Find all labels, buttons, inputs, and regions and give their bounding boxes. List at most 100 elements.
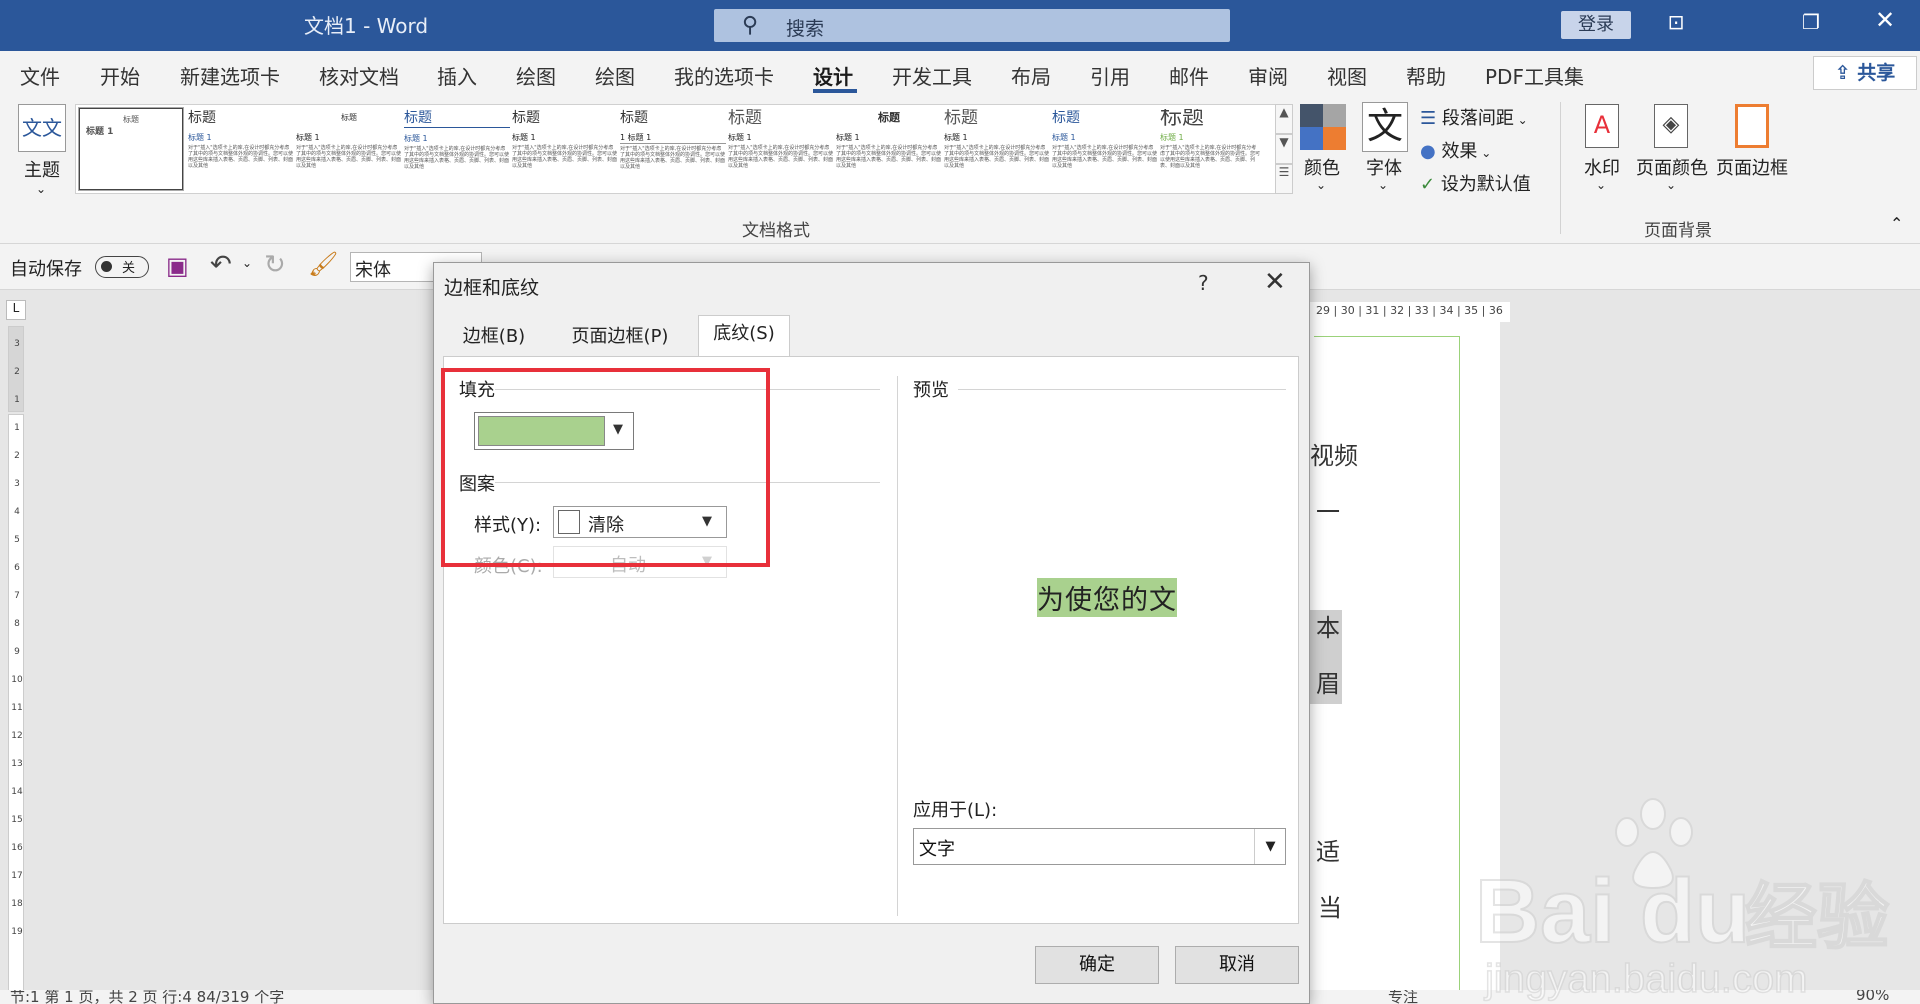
horizontal-ruler: 29 | 30 | 31 | 32 | 33 | 34 | 35 | 36 bbox=[1310, 302, 1510, 322]
save-icon[interactable]: ▣ bbox=[166, 252, 189, 280]
style-body: 对于"插入"选项卡上的库,在设计时都充分考虑了其中的项与文档整体外观的协调性。您… bbox=[944, 145, 1050, 169]
tab-page-border[interactable]: 页面边框(P) bbox=[546, 319, 694, 357]
gallery-scroll-down-icon[interactable]: ▼ bbox=[1275, 134, 1293, 164]
style-thumb-7[interactable]: 标题 标题 1 对于"插入"选项卡上的库,在设计时都充分考虑了其中的项与文档整体外观… bbox=[728, 109, 834, 193]
tab-home[interactable]: 开始 bbox=[100, 61, 140, 90]
theme-dropdown-icon[interactable]: ⌄ bbox=[36, 182, 46, 196]
style-heading: 标题 1 bbox=[188, 133, 212, 142]
tab-proofread[interactable]: 核对文档 bbox=[319, 61, 399, 90]
share-button[interactable]: ⇪ 共享 bbox=[1813, 56, 1917, 90]
style-thumb-8[interactable]: 标题 标题 1 对于"插入"选项卡上的库,在设计时都充分考虑了其中的项与文档整体外观… bbox=[836, 109, 942, 193]
style-body: 对于"插入"选项卡上的库,在设计时都充分考虑了其中的项与文档整体外观的协调性。您… bbox=[404, 146, 510, 170]
restore-icon[interactable]: ❐ bbox=[1791, 10, 1831, 34]
ribbon-tabs: 文件 开始 新建选项卡 核对文档 插入 绘图 绘图 我的选项卡 设计 开发工具 … bbox=[0, 51, 1920, 96]
active-tab-indicator bbox=[813, 89, 857, 93]
close-window-icon[interactable]: ✕ bbox=[1865, 6, 1905, 34]
style-body: 对于"插入"选项卡上的库,在设计时都充分考虑了其中的项与文档整体外观的协调性。您… bbox=[512, 145, 618, 169]
tab-help[interactable]: 帮助 bbox=[1406, 61, 1446, 90]
style-body: 对于"插入"选项卡上的库,在设计时都充分考虑了其中的项与文档整体外观的协调性。您… bbox=[728, 145, 834, 169]
style-gallery: 标题 标题 1 标题 标题 1 对于"插入"选项卡上的库,在设计时都充分考虑了其中的… bbox=[75, 104, 1290, 194]
focus-button[interactable]: 专注 bbox=[1388, 990, 1418, 1004]
apply-to-value: 文字 bbox=[919, 839, 955, 860]
style-thumb-3[interactable]: 标题 标题 1 对于"插入"选项卡上的库,在设计时都充分考虑了其中的项与文档整体外观… bbox=[296, 109, 402, 193]
cancel-button[interactable]: 取消 bbox=[1175, 946, 1299, 984]
colors-dropdown-icon[interactable]: ⌄ bbox=[1316, 178, 1326, 192]
column-divider bbox=[897, 376, 898, 916]
tab-mailings[interactable]: 邮件 bbox=[1169, 61, 1209, 90]
format-painter-icon[interactable]: 🖌 bbox=[308, 250, 338, 278]
tab-file[interactable]: 文件 bbox=[20, 61, 60, 90]
colors-button[interactable]: 颜色 bbox=[1304, 154, 1340, 180]
style-heading: 标题 1 bbox=[836, 133, 860, 142]
status-info: 节:1 第 1 页，共 2 页 行:4 84/319 个字 bbox=[10, 990, 285, 1004]
ruler-ticks: 3 2 1 1 2 3 4 5 6 7 8 9 10 11 12 13 14 15 16 17 18 19 bbox=[11, 339, 23, 937]
chevron-down-icon: ⌄ bbox=[1513, 113, 1528, 127]
style-thumb-11[interactable]: 标题 标题 1 对于"插入"选项卡上的库,在设计时都充分考虑了其中的项与文档整体外观… bbox=[1160, 109, 1260, 193]
watermark-button[interactable]: 水印 bbox=[1584, 154, 1620, 180]
style-title: 标题 bbox=[123, 115, 139, 124]
page-color-button[interactable]: 页面颜色 bbox=[1636, 154, 1708, 180]
tab-draw-2[interactable]: 绘图 bbox=[595, 61, 635, 90]
tab-references[interactable]: 引用 bbox=[1090, 61, 1130, 90]
style-body: 对于"插入"选项卡上的库,在设计时都充分考虑了其中的项与文档整体外观的协调性。您… bbox=[296, 145, 402, 169]
style-thumb-10[interactable]: 标题 标题 1 对于"插入"选项卡上的库,在设计时都充分考虑了其中的项与文档整体外观… bbox=[1052, 109, 1158, 193]
help-icon[interactable]: ? bbox=[1198, 271, 1209, 295]
style-thumb-1[interactable]: 标题 标题 1 bbox=[78, 107, 184, 191]
tab-borders[interactable]: 边框(B) bbox=[444, 319, 544, 357]
style-title: 标题 bbox=[1052, 110, 1080, 126]
search-placeholder: 搜索 bbox=[786, 18, 825, 40]
style-title: 标题 bbox=[728, 109, 762, 128]
autosave-toggle[interactable]: 关 bbox=[95, 256, 149, 278]
style-thumb-6[interactable]: 标题 1 标题 1 对于"插入"选项卡上的库,在设计时都充分考虑了其中的项与文档整体… bbox=[620, 109, 726, 193]
page-text-5: 适 bbox=[1316, 838, 1340, 866]
tab-draw[interactable]: 绘图 bbox=[516, 61, 556, 90]
gallery-more-icon[interactable]: ☰ bbox=[1275, 164, 1293, 194]
preview-label: 预览 bbox=[913, 380, 949, 401]
redo-icon[interactable]: ↻ bbox=[264, 250, 286, 280]
style-title: 标题 bbox=[878, 111, 900, 124]
style-title: 标题 bbox=[188, 110, 216, 126]
page-text-3: 本 bbox=[1316, 614, 1340, 642]
tab-design[interactable]: 设计 bbox=[813, 61, 853, 90]
page-borders-button[interactable]: 页面边框 bbox=[1716, 154, 1788, 180]
collapse-ribbon-icon[interactable]: ⌃ bbox=[1890, 214, 1903, 233]
set-default-button[interactable]: ✓ 设为默认值 bbox=[1420, 170, 1531, 196]
theme-button[interactable]: 主题 bbox=[24, 156, 60, 182]
dialog-title: 边框和底纹 bbox=[444, 277, 540, 299]
undo-icon[interactable]: ↶ bbox=[210, 250, 232, 280]
fonts-button[interactable]: 字体 bbox=[1366, 154, 1402, 180]
style-heading: 标题 1 bbox=[86, 127, 114, 137]
watermark-dropdown-icon[interactable]: ⌄ bbox=[1596, 178, 1606, 192]
tab-shading[interactable]: 底纹(S) bbox=[698, 315, 790, 357]
apply-to-dropdown[interactable]: 文字 ▼ bbox=[913, 828, 1286, 865]
tab-pdf[interactable]: PDF工具集 bbox=[1485, 61, 1584, 90]
tab-review[interactable]: 审阅 bbox=[1248, 61, 1288, 90]
style-thumb-4[interactable]: 标题 标题 1 对于"插入"选项卡上的库,在设计时都充分考虑了其中的项与文档整体外观… bbox=[404, 109, 510, 193]
ribbon-display-options-icon[interactable]: ⊡ bbox=[1656, 10, 1696, 34]
gallery-scroll-up-icon[interactable]: ▲ bbox=[1275, 104, 1293, 134]
paragraph-spacing-button[interactable]: ☰ 段落间距 ⌄ bbox=[1420, 104, 1528, 130]
tab-insert[interactable]: 插入 bbox=[437, 61, 477, 90]
title-bar: 文档1 - Word ⚲ 搜索 登录 ⊡ ❐ ✕ bbox=[0, 0, 1920, 51]
style-heading: 标题 1 bbox=[944, 133, 968, 142]
fonts-dropdown-icon[interactable]: ⌄ bbox=[1378, 178, 1388, 192]
tab-selector-icon[interactable]: L bbox=[6, 300, 26, 320]
style-thumb-5[interactable]: 标题 标题 1 对于"插入"选项卡上的库,在设计时都充分考虑了其中的项与文档整体外观… bbox=[512, 109, 618, 193]
tab-my[interactable]: 我的选项卡 bbox=[674, 61, 774, 90]
page-color-dropdown-icon[interactable]: ⌄ bbox=[1666, 178, 1676, 192]
tab-new[interactable]: 新建选项卡 bbox=[180, 61, 280, 90]
style-heading: 标题 1 bbox=[1052, 133, 1076, 142]
close-icon[interactable]: ✕ bbox=[1264, 267, 1286, 297]
search-box[interactable]: ⚲ 搜索 bbox=[714, 9, 1230, 42]
style-thumb-2[interactable]: 标题 标题 1 对于"插入"选项卡上的库,在设计时都充分考虑了其中的项与文档整体外观… bbox=[188, 109, 294, 193]
tab-developer[interactable]: 开发工具 bbox=[892, 61, 972, 90]
style-heading: 1 标题 1 bbox=[620, 133, 726, 144]
tab-view[interactable]: 视图 bbox=[1327, 61, 1367, 90]
share-icon: ⇪ bbox=[1834, 62, 1858, 84]
tab-layout[interactable]: 布局 bbox=[1011, 61, 1051, 90]
style-thumb-9[interactable]: 标题 标题 1 对于"插入"选项卡上的库,在设计时都充分考虑了其中的项与文档整体外观… bbox=[944, 109, 1050, 193]
undo-dropdown-icon[interactable]: ⌄ bbox=[242, 256, 252, 270]
login-button[interactable]: 登录 bbox=[1561, 11, 1631, 39]
effects-button[interactable]: ● 效果 ⌄ bbox=[1420, 137, 1491, 163]
ok-button[interactable]: 确定 bbox=[1035, 946, 1159, 984]
